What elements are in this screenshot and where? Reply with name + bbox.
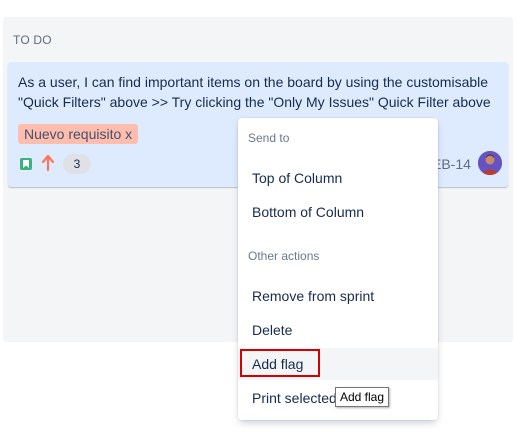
context-menu: Send to Top of Column Bottom of Column O… bbox=[238, 118, 438, 420]
arrow-up-icon bbox=[41, 154, 55, 172]
top-of-column-item[interactable]: Top of Column bbox=[238, 162, 438, 194]
remove-from-sprint-item[interactable]: Remove from sprint bbox=[238, 280, 438, 312]
delete-item[interactable]: Delete bbox=[238, 314, 438, 346]
add-flag-item[interactable]: Add flag bbox=[238, 348, 438, 380]
add-flag-tooltip: Add flag bbox=[335, 387, 390, 407]
column-title: TO DO bbox=[13, 33, 52, 47]
story-icon bbox=[20, 158, 32, 170]
bottom-of-column-item[interactable]: Bottom of Column bbox=[238, 196, 438, 228]
card-summary: As a user, I can find important items on… bbox=[18, 74, 491, 110]
other-actions-heading: Other actions bbox=[248, 249, 320, 263]
story-points-badge: 3 bbox=[63, 154, 91, 174]
send-to-heading: Send to bbox=[248, 131, 290, 145]
assignee-avatar[interactable] bbox=[478, 151, 502, 175]
label-chip: Nuevo requisito x bbox=[18, 124, 139, 144]
